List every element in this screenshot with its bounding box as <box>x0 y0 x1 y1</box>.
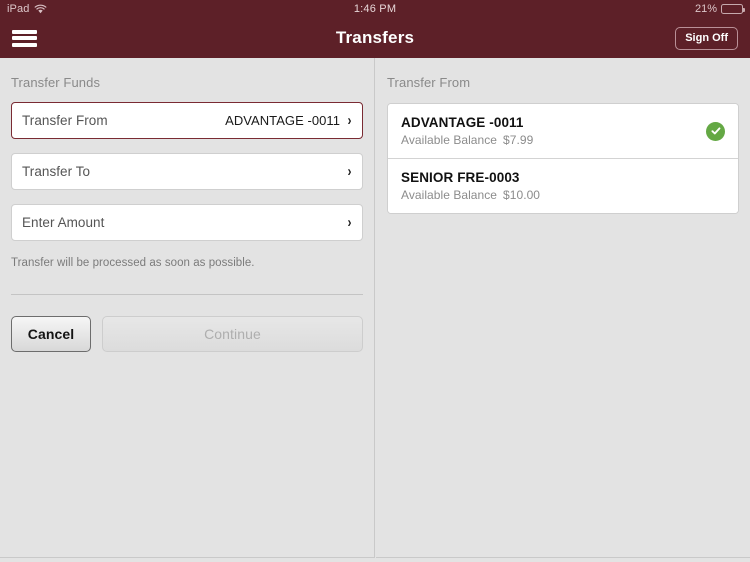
app-root: iPad 1:46 PM 21% Transfers Sign Off Tran… <box>0 0 750 562</box>
transfer-form: Transfer From ADVANTAGE -0011 › Transfer… <box>0 102 374 241</box>
transfer-from-field[interactable]: Transfer From ADVANTAGE -0011 › <box>11 102 363 139</box>
transfer-from-value: ADVANTAGE -0011 <box>225 113 340 128</box>
account-picker-pane: Transfer From ADVANTAGE -0011 Available … <box>376 58 750 558</box>
account-name: ADVANTAGE -0011 <box>401 115 524 130</box>
transfer-from-label: Transfer From <box>22 113 108 128</box>
chevron-right-icon: › <box>347 214 352 231</box>
list-item[interactable]: SENIOR FRE-0003 Available Balance $10.00 <box>388 158 738 213</box>
balance-amount: $7.99 <box>503 133 534 147</box>
account-balance: Available Balance $10.00 <box>401 188 725 202</box>
sign-off-button[interactable]: Sign Off <box>675 26 738 50</box>
cancel-button[interactable]: Cancel <box>11 316 91 352</box>
processing-note: Transfer will be processed as soon as po… <box>11 257 255 269</box>
account-name: SENIOR FRE-0003 <box>401 170 520 185</box>
hamburger-menu-icon[interactable] <box>12 29 37 48</box>
content-area: Transfer Funds Transfer From ADVANTAGE -… <box>0 58 750 562</box>
status-bar-clock: 1:46 PM <box>353 3 397 15</box>
battery-percent-label: 21% <box>694 3 717 15</box>
list-item[interactable]: ADVANTAGE -0011 Available Balance $7.99 <box>388 104 738 158</box>
account-list: ADVANTAGE -0011 Available Balance $7.99 S… <box>387 103 739 214</box>
account-picker-heading: Transfer From <box>387 75 471 90</box>
status-bar-left: iPad <box>7 3 354 15</box>
status-bar-right: 21% <box>396 3 745 15</box>
battery-icon <box>721 4 745 14</box>
balance-label: Available Balance <box>401 133 498 147</box>
balance-label: Available Balance <box>401 188 498 202</box>
page-title: Transfers <box>335 28 415 47</box>
account-balance: Available Balance $7.99 <box>401 133 706 147</box>
chevron-right-icon: › <box>347 112 352 129</box>
device-name-label: iPad <box>7 3 30 15</box>
continue-button[interactable]: Continue <box>102 316 363 352</box>
transfer-to-label: Transfer To <box>22 164 91 179</box>
transfer-funds-pane: Transfer Funds Transfer From ADVANTAGE -… <box>0 58 375 558</box>
chevron-right-icon: › <box>347 163 352 180</box>
selected-check-icon <box>706 121 725 141</box>
wifi-icon <box>34 4 47 14</box>
navigation-bar: Transfers Sign Off <box>0 18 750 58</box>
ios-status-bar: iPad 1:46 PM 21% <box>0 0 750 18</box>
enter-amount-field[interactable]: Enter Amount › <box>11 204 363 241</box>
navbar-right: Sign Off <box>414 26 738 50</box>
account-info: SENIOR FRE-0003 Available Balance $10.00 <box>401 170 725 202</box>
form-actions: Cancel Continue <box>0 295 374 352</box>
account-info: ADVANTAGE -0011 Available Balance $7.99 <box>401 115 706 147</box>
navbar-left <box>12 29 336 48</box>
transfer-funds-heading: Transfer Funds <box>11 75 101 90</box>
enter-amount-label: Enter Amount <box>22 215 105 230</box>
balance-amount: $10.00 <box>503 188 541 202</box>
transfer-to-field[interactable]: Transfer To › <box>11 153 363 190</box>
